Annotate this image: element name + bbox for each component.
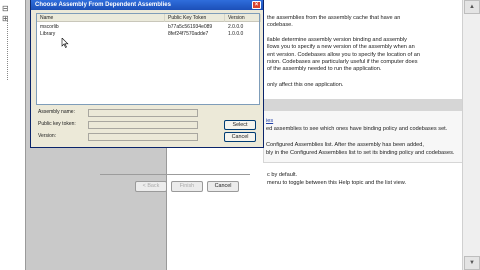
assembly-token: 8fef24f7570adde7: [168, 31, 209, 37]
cancel-button[interactable]: Cancel: [224, 132, 256, 142]
public-key-token-label: Public key token:: [38, 121, 76, 127]
assembly-name-label: Assembly name:: [38, 109, 75, 115]
wizard-divider: [100, 174, 250, 175]
help-text-line: ilable determine assembly version bindin…: [267, 37, 407, 43]
help-text-line: codebase.: [267, 22, 293, 28]
help-text-line: of the assembly needed to run the applic…: [267, 66, 382, 72]
assembly-details-form: Assembly name: Public key token: Version…: [36, 107, 260, 145]
help-text-line: llows you to specify a new version of th…: [267, 44, 415, 50]
wizard-button-row: < Back Finish Cancel: [115, 178, 285, 196]
dialog-title-bar[interactable]: Choose Assembly From Dependent Assemblie…: [31, 0, 263, 10]
column-header-token[interactable]: Public Key Token: [165, 14, 225, 22]
list-item[interactable]: mscorlib b77a5c561934e089 2.0.0.0: [37, 24, 259, 31]
help-info-box: ies ed assemblies to see which ones have…: [263, 99, 479, 163]
screen: ⊟ ⊞ the assemblies from the assembly cac…: [0, 0, 480, 270]
help-text-line: Configured Assemblies list. After the as…: [266, 142, 424, 148]
help-text-line: rsion. Codebases are particularly useful…: [267, 59, 418, 65]
list-header: Name Public Key Token Version: [37, 14, 261, 22]
help-link[interactable]: ies: [266, 118, 273, 125]
wizard-cancel-button[interactable]: Cancel: [207, 181, 239, 192]
column-header-name[interactable]: Name: [37, 14, 165, 22]
tree-node-icon[interactable]: ⊟: [2, 4, 12, 13]
tree-pane: ⊟ ⊞: [0, 0, 26, 270]
help-text-line: the assemblies from the assembly cache t…: [267, 15, 401, 21]
list-item[interactable]: Library 8fef24f7570adde7 1.0.0.0: [37, 31, 259, 38]
help-text-line: ed assemblies to see which ones have bin…: [266, 126, 448, 132]
dialog-title: Choose Assembly From Dependent Assemblie…: [35, 2, 171, 8]
scroll-up-icon[interactable]: ▲: [464, 0, 480, 14]
help-text-line: ent version. Codebases allow you to spec…: [267, 52, 420, 58]
help-text-line: bly in the Configured Assemblies list to…: [266, 150, 455, 156]
scroll-down-icon[interactable]: ▼: [464, 256, 480, 270]
close-icon[interactable]: ×: [252, 1, 261, 9]
back-button[interactable]: < Back: [135, 181, 167, 192]
version-field[interactable]: [88, 133, 198, 141]
assembly-version: 1.0.0.0: [228, 31, 244, 37]
help-scrollbar[interactable]: ▲ ▼: [462, 0, 480, 270]
assembly-name: Library: [40, 31, 56, 37]
select-button[interactable]: Select: [224, 120, 256, 130]
help-text-line: menu to toggle between this Help topic a…: [267, 180, 406, 186]
help-text-line: only affect this one application.: [267, 82, 344, 88]
assembly-version: 2.0.0.0: [228, 24, 244, 30]
mouse-cursor-icon: [61, 38, 69, 48]
assembly-name-field[interactable]: [88, 109, 198, 117]
choose-assembly-dialog: Choose Assembly From Dependent Assemblie…: [30, 0, 264, 148]
assembly-list[interactable]: Name Public Key Token Version mscorlib b…: [36, 13, 261, 105]
assembly-token: b77a5c561934e089: [168, 24, 213, 30]
tree-connector: [7, 20, 8, 80]
column-header-version[interactable]: Version: [225, 14, 261, 22]
finish-button[interactable]: Finish: [171, 181, 203, 192]
public-key-token-field[interactable]: [88, 121, 198, 129]
assembly-name: mscorlib: [40, 24, 59, 30]
version-label: Version:: [38, 133, 57, 139]
help-box-header: [264, 100, 478, 111]
